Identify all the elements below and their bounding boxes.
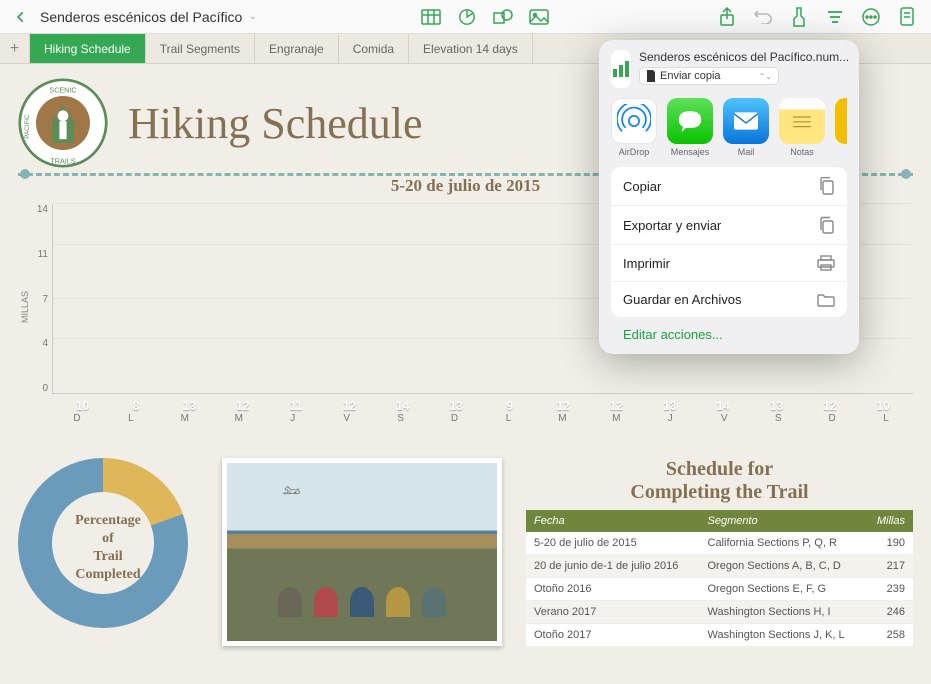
table-row[interactable]: Otoño 2016Oregon Sections E, F, G239 <box>526 578 913 601</box>
share-mode-select[interactable]: Enviar copia ⌃⌄ <box>639 67 779 85</box>
share-action-print[interactable]: Imprimir <box>611 245 847 282</box>
share-popover: Senderos escénicos del Pacífico.num... E… <box>599 40 859 354</box>
donut-chart[interactable]: PercentageofTrailCompleted <box>18 458 198 638</box>
document-icon <box>646 70 656 82</box>
print-icon <box>817 255 835 271</box>
share-action-export[interactable]: Exportar y enviar <box>611 206 847 245</box>
svg-text:TRAILS: TRAILS <box>50 157 75 166</box>
share-app-notes[interactable]: Notas <box>779 98 825 157</box>
share-filename: Senderos escénicos del Pacífico.num... <box>639 50 849 64</box>
tab-elevation-14-days[interactable]: Elevation 14 days <box>409 34 533 63</box>
y-axis-label: MILLAS <box>18 204 30 409</box>
back-button[interactable] <box>10 10 32 24</box>
schedule-table-section: Schedule forCompleting the Trail FechaSe… <box>526 458 913 647</box>
tab-trail-segments[interactable]: Trail Segments <box>146 34 255 63</box>
dot-left <box>20 169 30 179</box>
copy-icon <box>819 177 835 195</box>
share-app-mail[interactable]: Mail <box>723 98 769 157</box>
bird-icon: 𐦐 <box>282 483 300 499</box>
share-icon[interactable] <box>713 5 741 29</box>
tab-comida[interactable]: Comida <box>339 34 409 63</box>
document-title-dropdown[interactable]: Senderos escénicos del Pacífico ⌄ <box>40 9 257 25</box>
share-action-folder[interactable]: Guardar en Archivos <box>611 282 847 317</box>
filter-sort-icon[interactable] <box>821 5 849 29</box>
tab-engranaje[interactable]: Engranaje <box>255 34 339 63</box>
notes-panel-icon[interactable] <box>893 5 921 29</box>
schedule-title: Schedule forCompleting the Trail <box>526 458 913 504</box>
more-icon[interactable] <box>857 5 885 29</box>
table-row[interactable]: 5-20 de julio de 2015California Sections… <box>526 532 913 555</box>
export-icon <box>819 216 835 234</box>
chevron-down-icon: ⌄ <box>248 11 256 22</box>
table-row[interactable]: Verano 2017Washington Sections H, I246 <box>526 601 913 624</box>
chart-icon[interactable] <box>453 5 481 29</box>
table-row[interactable]: Otoño 2017Washington Sections J, K, L258 <box>526 624 913 647</box>
share-app-airdrop[interactable]: AirDrop <box>611 98 657 157</box>
share-app-fr[interactable]: Fr <box>835 98 847 157</box>
dot-right <box>901 169 911 179</box>
add-tab-button[interactable]: + <box>0 34 30 63</box>
tab-hiking-schedule[interactable]: Hiking Schedule <box>30 34 146 63</box>
format-brush-icon[interactable] <box>785 5 813 29</box>
shape-icon[interactable] <box>489 5 517 29</box>
select-chevrons-icon: ⌃⌄ <box>759 72 772 81</box>
folder-icon <box>817 293 835 307</box>
top-toolbar: Senderos escénicos del Pacífico ⌄ <box>0 0 931 34</box>
page-title: Hiking Schedule <box>128 98 423 149</box>
svg-text:PACIFIC: PACIFIC <box>24 114 31 139</box>
media-icon[interactable] <box>525 5 553 29</box>
table-icon[interactable] <box>417 5 445 29</box>
document-title: Senderos escénicos del Pacífico <box>40 9 242 25</box>
svg-text:SCENIC: SCENIC <box>49 85 76 94</box>
undo-icon <box>749 5 777 29</box>
share-action-copy[interactable]: Copiar <box>611 167 847 206</box>
trail-logo: SCENIC TRAILS PACIFIC <box>18 78 108 168</box>
share-app-msg[interactable]: Mensajes <box>667 98 713 157</box>
schedule-table[interactable]: FechaSegmentoMillas 5-20 de julio de 201… <box>526 510 913 647</box>
edit-actions-link[interactable]: Editar acciones... <box>611 327 847 342</box>
numbers-app-icon <box>611 50 631 88</box>
donut-label: PercentageofTrailCompleted <box>18 458 198 638</box>
table-row[interactable]: 20 de junio de-1 de julio 2016Oregon Sec… <box>526 555 913 578</box>
photo-thumbnail[interactable]: 𐦐 <box>222 458 502 646</box>
